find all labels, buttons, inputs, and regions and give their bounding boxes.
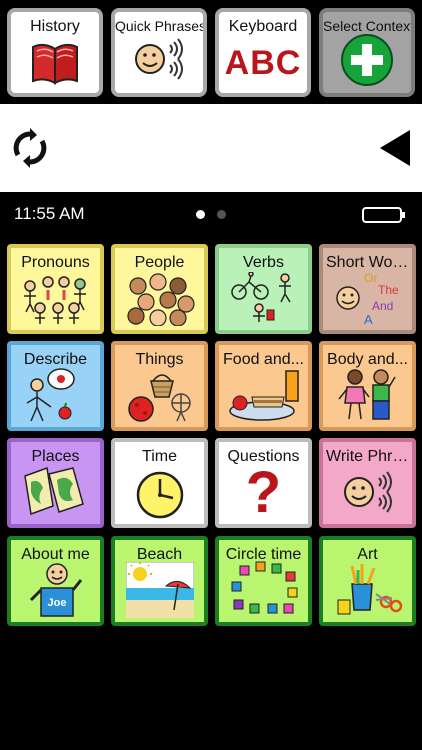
word-or: Or (364, 271, 377, 285)
tile-describe[interactable]: Describe (7, 341, 104, 431)
objects-icon (127, 374, 191, 422)
name-tag: Joe (47, 597, 66, 609)
keyboard-button[interactable]: Keyboard ABC (215, 8, 311, 97)
message-bar[interactable] (0, 104, 422, 192)
word-a: A (364, 312, 373, 326)
describe-person-icon (26, 368, 75, 422)
tile-questions[interactable]: Questions ? (215, 438, 312, 528)
people-group-icon (23, 276, 86, 324)
many-faces-icon (126, 273, 195, 326)
page-indicator-active[interactable] (196, 210, 205, 219)
talking-face-icon (135, 38, 183, 80)
battery-icon (362, 207, 405, 223)
clock-time: 11:55 AM (14, 204, 85, 223)
history-button[interactable]: History (7, 8, 103, 97)
two-kids-icon (337, 369, 396, 420)
tile-circle-time[interactable]: Circle time (215, 536, 312, 626)
tile-verbs[interactable]: Verbs (215, 244, 312, 334)
tile-body[interactable]: Body and... (319, 341, 416, 431)
page-indicator-inactive[interactable] (217, 210, 226, 219)
red-book-icon (32, 43, 78, 85)
short-words-icon: Or The And A (335, 271, 399, 326)
action-figures-icon (230, 272, 291, 322)
joe-person-icon: Joe (29, 563, 82, 617)
food-plate-icon (228, 370, 299, 421)
art-supplies-icon (337, 564, 402, 615)
tile-people[interactable]: People (111, 244, 208, 334)
history-label: History (30, 18, 80, 35)
abc-letters-icon: ABC (224, 44, 302, 82)
clock-icon (136, 471, 183, 519)
tile-pronouns[interactable]: Pronouns (7, 244, 104, 334)
word-the: The (378, 283, 399, 297)
tile-label: Time (142, 448, 177, 465)
tile-about-me[interactable]: About me Joe (7, 536, 104, 626)
chairs-circle-icon (231, 561, 297, 614)
beach-scene-icon (125, 562, 194, 618)
word-and: And (372, 299, 393, 313)
select-context-label: Select Context (323, 18, 415, 34)
top-toolbar: History Quick Phrases Keyboard ABC Selec… (0, 0, 422, 104)
tile-label: People (134, 254, 185, 271)
tile-short-words[interactable]: Short Words Or The And A (319, 244, 416, 334)
tile-art[interactable]: Art (319, 536, 416, 626)
status-bar: 11:55 AM (0, 192, 422, 236)
back-triangle-icon[interactable] (378, 128, 412, 168)
tile-things[interactable]: Things (111, 341, 208, 431)
green-plus-icon (341, 34, 393, 86)
tile-time[interactable]: Time (111, 438, 208, 528)
keyboard-label: Keyboard (228, 18, 298, 35)
select-context-button[interactable]: Select Context (319, 8, 415, 97)
tile-write-phrases[interactable]: Write Phra... (319, 438, 416, 528)
quick-phrases-button[interactable]: Quick Phrases (111, 8, 207, 97)
tile-label: Pronouns (21, 254, 90, 271)
question-mark-icon: ? (245, 460, 282, 525)
tile-label: Verbs (243, 254, 284, 271)
refresh-icon[interactable] (10, 128, 50, 168)
talking-face-icon (343, 471, 392, 513)
tile-places[interactable]: Places (7, 438, 104, 528)
tile-food[interactable]: Food and... (215, 341, 312, 431)
map-icon (23, 466, 84, 516)
tile-beach[interactable]: Beach (111, 536, 208, 626)
